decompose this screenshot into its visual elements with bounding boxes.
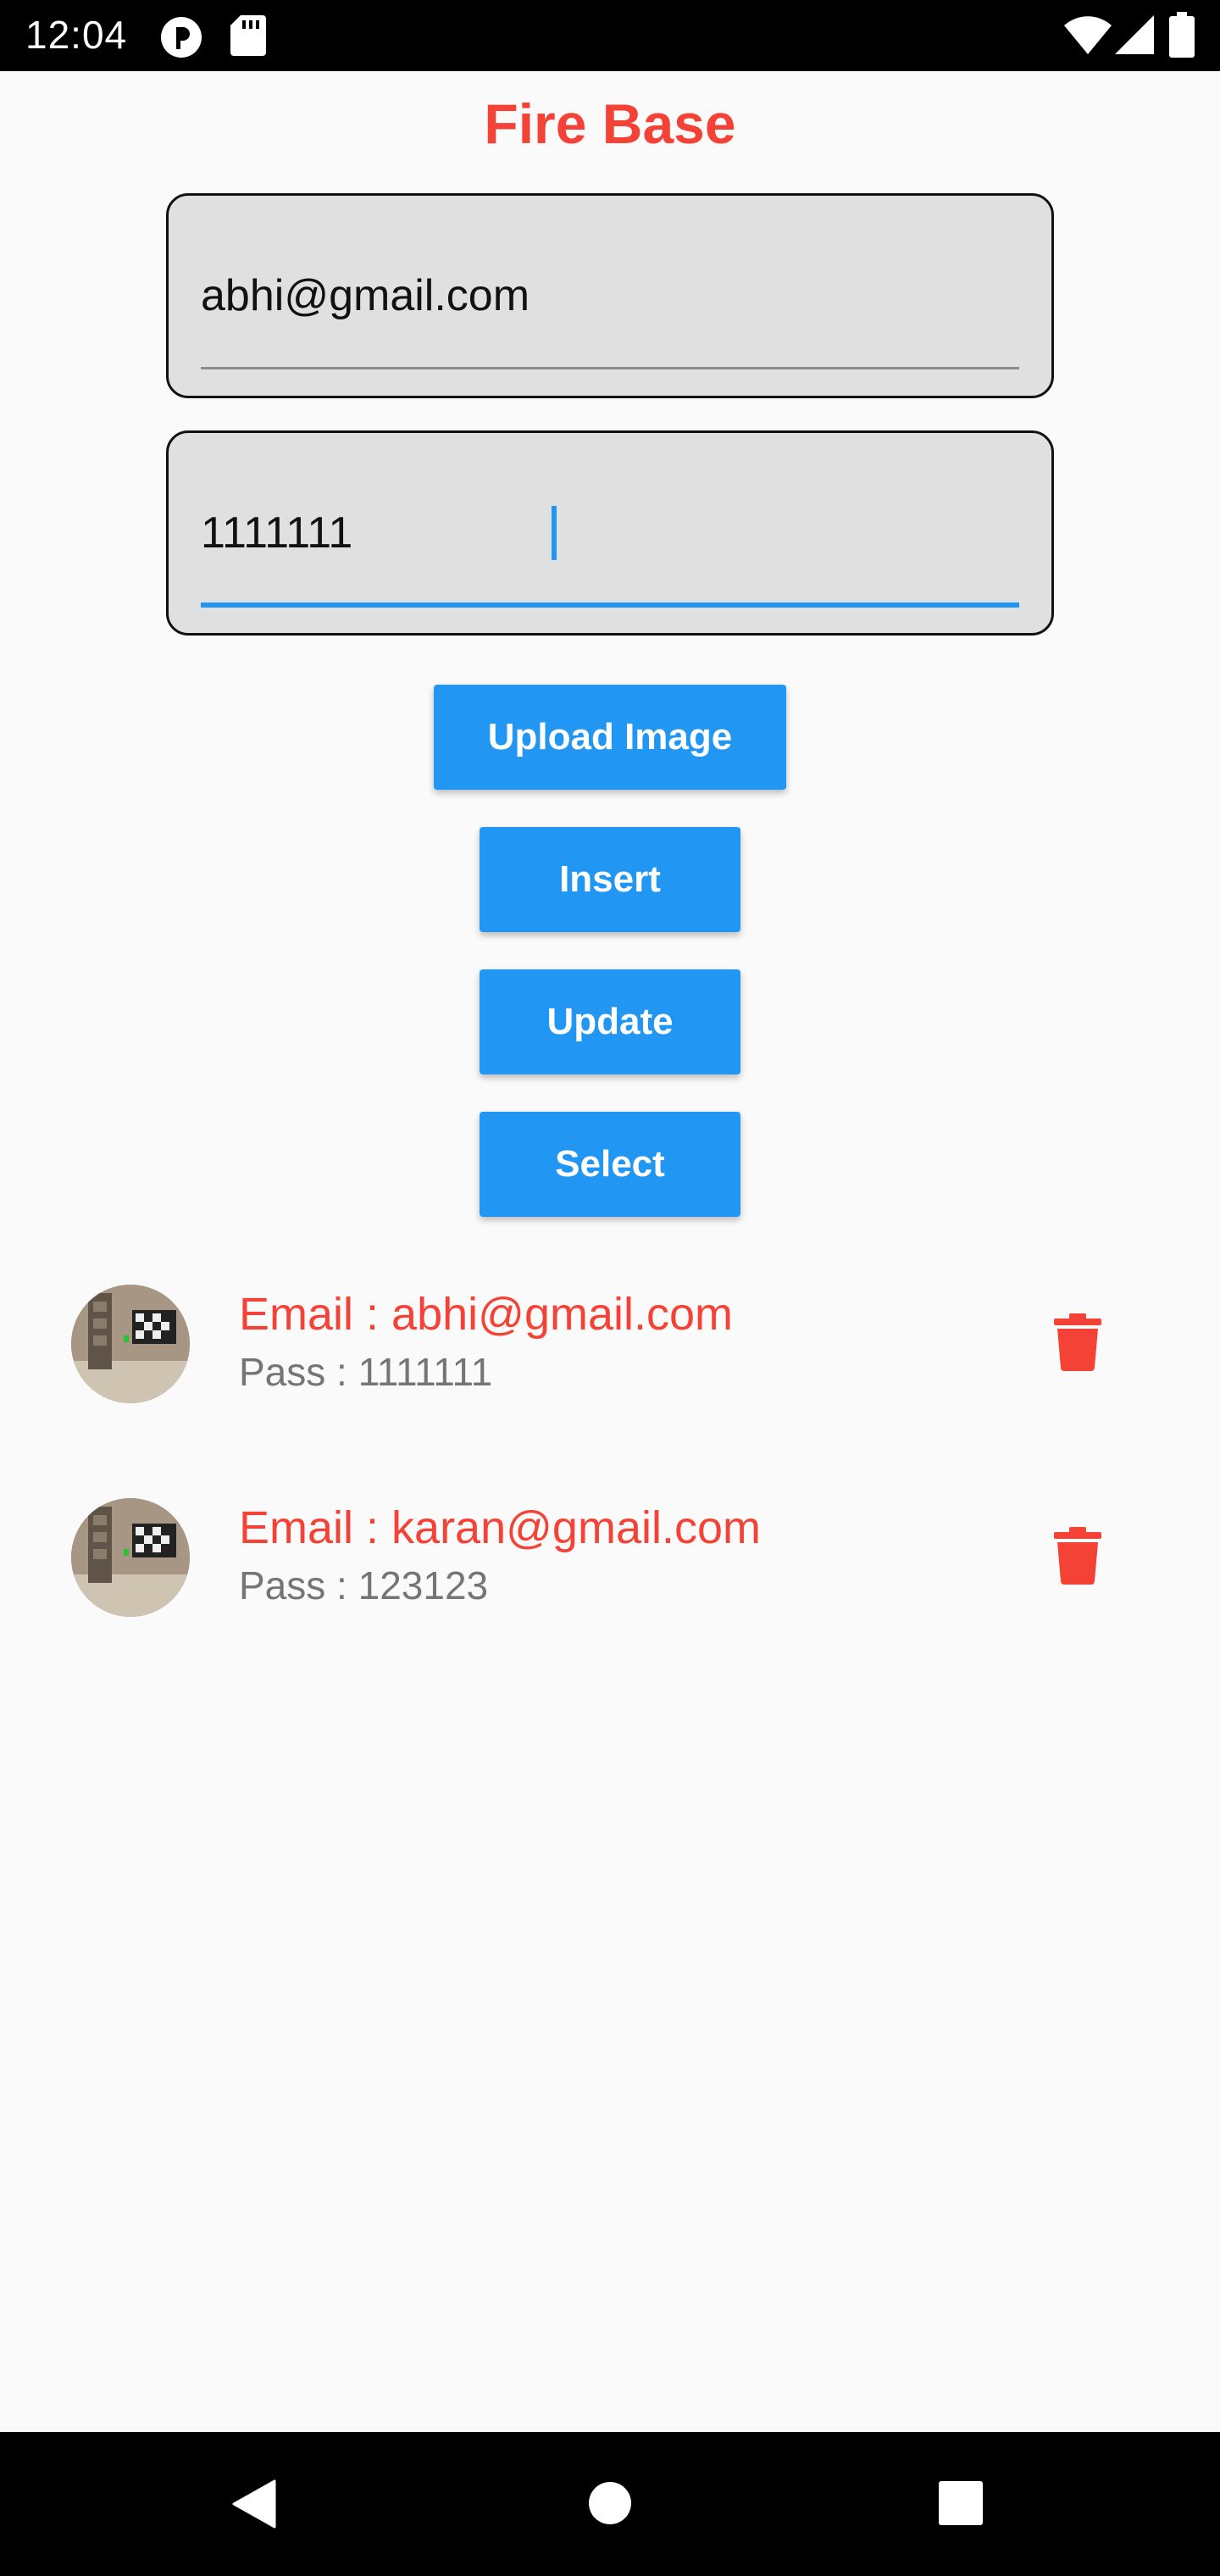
insert-button[interactable]: Insert: [480, 827, 740, 932]
update-button[interactable]: Update: [480, 969, 740, 1074]
wifi-icon: [1064, 16, 1112, 54]
record-pass: Pass : 1111111: [239, 1350, 493, 1394]
avatar: [71, 1285, 190, 1403]
recents-icon[interactable]: [939, 2481, 983, 2525]
select-button[interactable]: Select: [480, 1112, 740, 1217]
record-pass: Pass : 123123: [239, 1563, 489, 1607]
back-icon[interactable]: [230, 2479, 278, 2529]
list-item[interactable]: Email : abhi@gmail.com Pass : 1111111: [0, 1269, 1220, 1422]
email-underline: [201, 367, 1019, 369]
signal-icon: [1115, 15, 1154, 54]
text-cursor: [552, 506, 557, 560]
password-underline: [201, 602, 1019, 608]
navigation-bar: [0, 2432, 1220, 2576]
avatar: [71, 1498, 190, 1617]
email-input[interactable]: [201, 270, 1014, 321]
page-title: Fire Base: [484, 92, 736, 155]
home-icon[interactable]: [588, 2481, 632, 2525]
password-input[interactable]: [201, 508, 1014, 558]
battery-icon: [1169, 12, 1195, 58]
sd-card-icon: [230, 15, 266, 56]
list-item[interactable]: Email : karan@gmail.com Pass : 123123: [0, 1483, 1220, 1635]
p-icon: [161, 17, 202, 58]
status-time: 12:04: [25, 13, 128, 57]
record-email: Email : abhi@gmail.com: [239, 1289, 734, 1340]
record-email: Email : karan@gmail.com: [239, 1502, 761, 1553]
upload-image-button[interactable]: Upload Image: [434, 685, 786, 790]
password-field[interactable]: [166, 430, 1054, 636]
delete-icon[interactable]: [1054, 1527, 1101, 1585]
email-field[interactable]: [166, 193, 1054, 398]
status-bar: 12:04: [0, 0, 1220, 71]
delete-icon[interactable]: [1054, 1313, 1101, 1371]
